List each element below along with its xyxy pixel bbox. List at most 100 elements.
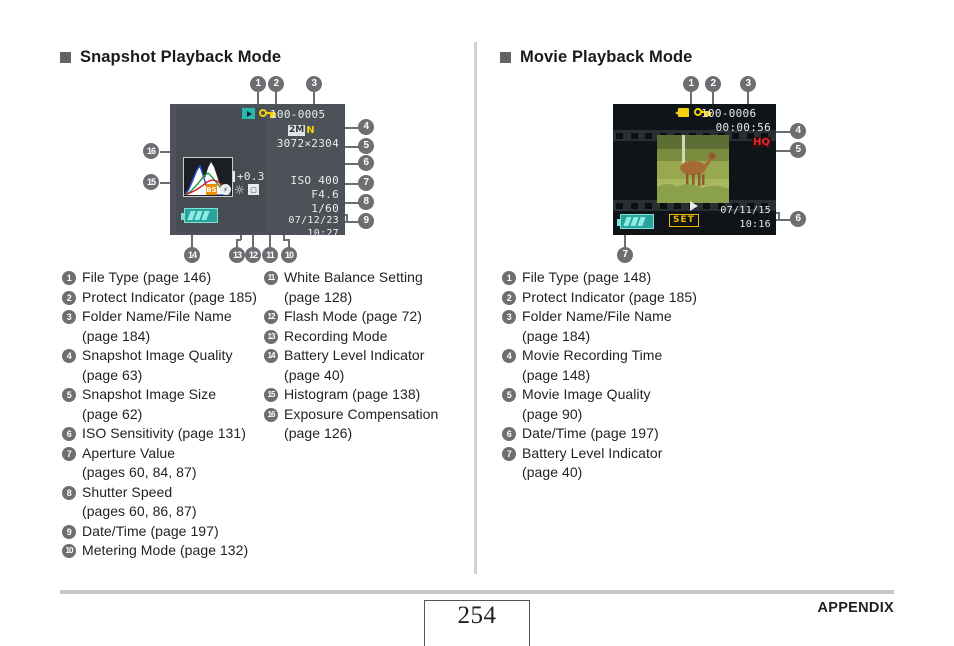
index-item-label: Date/Time (page 197) (82, 522, 219, 539)
movie-date: 07/11/15 (720, 205, 771, 216)
index-item-label: Folder Name/File Name (page 184) (522, 308, 672, 344)
film-perforation (645, 132, 652, 139)
index-item: 12 Flash Mode (page 72) (264, 307, 464, 327)
snapshot-image-size: 3072×2304 (276, 137, 339, 150)
callout-snapshot-6: 6 (358, 155, 374, 171)
index-item: 6 ISO Sensitivity (page 131) (62, 424, 262, 444)
index-item: 14 Battery Level Indicator (page 40) (264, 346, 464, 385)
snapshot-date: 07/12/23 (288, 215, 339, 226)
snapshot-time: 10:27 (307, 228, 339, 239)
metering-icon: ▢ (248, 184, 259, 195)
index-item: 8 Shutter Speed (pages 60, 86, 87) (62, 483, 262, 522)
movie-recording-time: 00:00:56 (715, 121, 771, 134)
index-item-label: Snapshot Image Size (page 62) (82, 386, 217, 422)
index-item-label: Movie Recording Time (page 148) (522, 347, 663, 383)
index-item-number: 16 (264, 407, 278, 422)
snapshot-lcd-preview: 100-0005 2M N 3072×2304 ▤ +0.3 ISO 400 F… (170, 104, 345, 239)
callout-snapshot-14: 14 (184, 247, 200, 263)
callout-snapshot-10: 10 (281, 247, 297, 263)
index-item: 2 Protect Indicator (page 185) (62, 288, 262, 308)
callout-snapshot-3: 3 (306, 76, 322, 92)
index-item: 3 Folder Name/File Name (page 184) (502, 307, 732, 346)
bullet-square-icon (500, 52, 511, 63)
movie-frame-thumbnail (657, 135, 729, 203)
index-item-number: 7 (62, 446, 76, 461)
index-item-label: Date/Time (page 197) (522, 425, 659, 441)
index-item-number: 14 (264, 349, 278, 363)
index-item: 2 Protect Indicator (page 185) (502, 288, 732, 308)
callout-snapshot-9: 9 (358, 213, 374, 229)
index-item-number: 1 (62, 271, 76, 285)
index-item: 5 Movie Image Quality (page 90) (502, 385, 732, 424)
film-perforation (616, 202, 623, 209)
index-item-label: Flash Mode (page 72) (284, 308, 422, 324)
playback-icon (242, 108, 255, 119)
folder-file-name: 100-0006 (701, 107, 757, 120)
index-item: 4 Snapshot Image Quality (page 63) (62, 346, 262, 385)
index-item-number: 6 (502, 427, 516, 441)
callout-snapshot-12: 12 (245, 247, 261, 263)
callout-movie-3: 3 (740, 76, 756, 92)
index-item-label: Protect Indicator (page 185) (82, 288, 257, 305)
index-item-label: ISO Sensitivity (page 131) (82, 425, 246, 441)
index-item: 13 Recording Mode (264, 327, 464, 347)
daylight-icon: ☼ (234, 182, 245, 197)
index-item: 1 File Type (page 148) (502, 268, 732, 288)
film-perforation (659, 202, 667, 209)
film-perforation (630, 202, 638, 209)
footer-divider (60, 590, 894, 594)
snapshot-section-heading: Snapshot Playback Mode (60, 48, 281, 67)
page-number: 254 (457, 602, 497, 629)
index-item: 9 Date/Time (page 197) (62, 522, 262, 542)
callout-movie-5: 5 (790, 142, 806, 158)
index-item: 7 Aperture Value (pages 60, 84, 87) (62, 444, 262, 483)
index-item-number: 10 (62, 544, 76, 558)
index-item: 10 Metering Mode (page 132) (62, 541, 262, 561)
index-item-number: 5 (502, 388, 516, 402)
callout-snapshot-16: 16 (143, 143, 159, 159)
callout-snapshot-11: 11 (262, 247, 278, 263)
index-item-number: 6 (62, 427, 76, 441)
index-item-number: 7 (502, 446, 516, 461)
snapshot-index-column-1: 1 File Type (page 146) 2 Protect Indicator … (62, 268, 262, 561)
index-item-label: Aperture Value (pages 60, 84, 87) (82, 444, 197, 481)
index-item: 7 Battery Level Indicator (page 40) (502, 444, 732, 483)
index-item-label: Exposure Compensation (page 126) (284, 405, 439, 442)
callout-snapshot-1: 1 (250, 76, 266, 92)
index-item: 4 Movie Recording Time (page 148) (502, 346, 732, 385)
index-item-number: 12 (264, 310, 278, 324)
movie-time: 10:16 (739, 219, 771, 230)
shutter-speed: 1/60 (311, 202, 339, 215)
folder-file-name: 100-0005 (270, 108, 326, 121)
movie-index-column: 1 File Type (page 148) 2 Protect Indicator … (502, 268, 732, 483)
callout-movie-7: 7 (617, 247, 633, 263)
callout-movie-1: 1 (683, 76, 699, 92)
film-perforation (616, 132, 623, 139)
callout-snapshot-8: 8 (358, 194, 374, 210)
callout-movie-2: 2 (705, 76, 721, 92)
quality-size-label: 2M (288, 125, 306, 136)
movie-image-quality: HQ (752, 137, 771, 148)
index-item: 16 Exposure Compensation (page 126) (264, 405, 464, 444)
callout-movie-6: 6 (790, 211, 806, 227)
callout-snapshot-15: 15 (143, 174, 159, 190)
index-item-label: Histogram (page 138) (284, 386, 421, 402)
flash-off-icon: ⚡ (220, 184, 231, 195)
callout-movie-4: 4 (790, 123, 806, 139)
index-item-label: File Type (page 148) (522, 269, 652, 285)
set-button-label: SET (669, 214, 699, 227)
index-item: 11 White Balance Setting (page 128) (264, 268, 464, 307)
index-item-number: 4 (62, 349, 76, 363)
index-item-label: Battery Level Indicator (page 40) (522, 444, 663, 481)
index-item-label: Metering Mode (page 132) (82, 542, 249, 558)
index-item: 1 File Type (page 146) (62, 268, 262, 288)
lcd-mode-icon-row: BS ⚡ ☼ ▢ (206, 182, 259, 197)
film-perforation (630, 132, 638, 139)
index-item-label: Recording Mode (284, 327, 388, 344)
snapshot-heading-text: Snapshot Playback Mode (80, 48, 282, 66)
iso-sensitivity: ISO 400 (290, 174, 339, 187)
index-item-label: Folder Name/File Name (page 184) (82, 308, 232, 344)
play-icon (690, 201, 698, 211)
index-item-label: Protect Indicator (page 185) (522, 288, 697, 305)
index-item-number: 15 (264, 388, 278, 402)
